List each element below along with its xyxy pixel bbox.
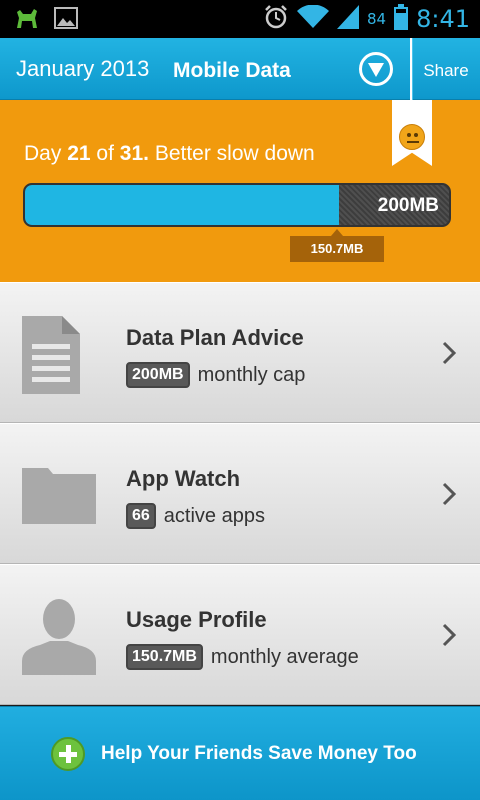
list-item-title: App Watch [126,466,241,491]
app-header: January 2013 Mobile Data Share [0,38,480,100]
month-label: January 2013 [16,56,150,81]
document-icon [22,316,80,399]
list-item-title: Usage Profile [126,607,267,632]
usage-message: Better slow down [154,142,315,165]
list-item-data-plan-advice[interactable]: Data Plan Advice 200MB monthly cap [0,282,480,423]
day-total: 31. [119,142,149,165]
list-item-app-watch[interactable]: App Watch 66 active apps [0,423,480,564]
person-icon [22,595,96,680]
neutral-face-icon [399,124,425,150]
signal-icon [337,4,359,34]
android-icon [14,6,40,35]
folder-icon [22,464,96,529]
battery-level: 84 [367,10,387,28]
bookmark-string [410,38,412,100]
subtitle-text: monthly cap [197,363,306,386]
gallery-icon [54,7,78,34]
page-title: Mobile Data [173,59,291,82]
subtitle-text: active apps [163,504,265,527]
alarm-icon [263,4,289,35]
list-item-subtitle: 150.7MB monthly average [126,644,359,670]
list-item-subtitle: 66 active apps [126,503,265,529]
day-progress-text: Day 21 of 31. Better slow down [24,142,315,166]
data-cap-label: 200MB [377,195,439,216]
plus-icon [51,737,85,771]
chevron-down-icon [368,63,384,77]
value-badge: 200MB [126,362,190,388]
data-usage-fill [25,185,339,225]
usage-summary: Day 21 of 31. Better slow down 200MB 150… [0,38,480,282]
list-item-title: Data Plan Advice [126,325,304,350]
data-used-tag: 150.7MB [290,229,384,262]
list-item-usage-profile[interactable]: Usage Profile 150.7MB monthly average [0,564,480,705]
subtitle-text: monthly average [210,645,359,668]
day-label: Day [24,142,62,165]
share-button[interactable]: Share [412,38,480,100]
chevron-right-icon [442,482,457,506]
value-badge: 66 [126,503,156,529]
value-badge: 150.7MB [126,644,203,670]
chevron-right-icon [442,341,457,365]
data-usage-bar: 200MB [23,183,451,227]
chevron-right-icon [442,623,457,647]
of-label: of [96,142,114,165]
help-friends-label: Help Your Friends Save Money Too [101,743,417,764]
period-dropdown-button[interactable] [359,52,393,86]
help-friends-button[interactable]: Help Your Friends Save Money Too [0,706,480,800]
status-bar: 84 8:41 [0,0,480,38]
clock: 8:41 [416,5,470,33]
list-item-subtitle: 200MB monthly cap [126,362,305,388]
battery-icon [394,3,409,35]
wifi-icon [297,4,329,34]
day-current: 21 [67,142,91,165]
